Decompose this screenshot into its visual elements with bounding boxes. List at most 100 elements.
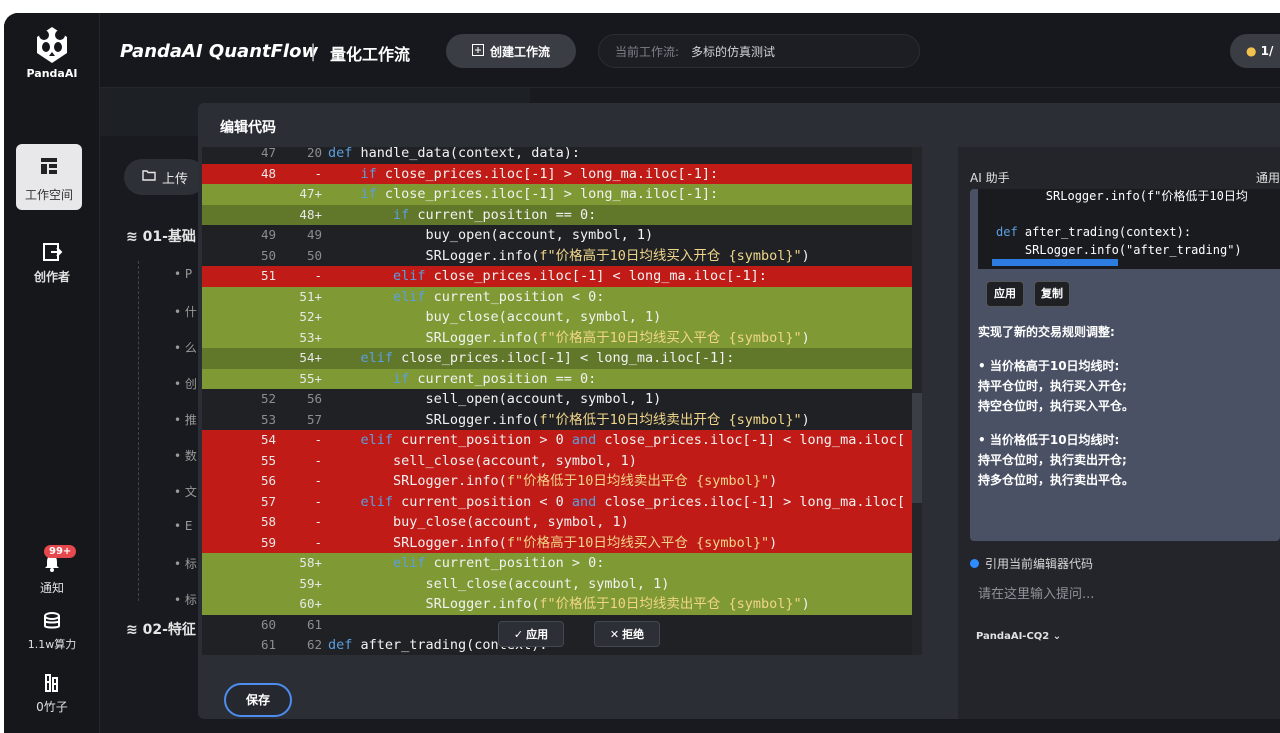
tree-leaf[interactable]: • P <box>174 267 192 281</box>
ai-rule-text: 持多仓位时，执行卖出平仓。 <box>978 473 1135 487</box>
ai-rule-heading: • 当价格高于10日均线时: <box>978 359 1120 373</box>
diff-line-deleted: 59 - SRLogger.info(f"价格高于10日均线买入平仓 {symbo… <box>202 532 922 553</box>
code-text: elif close_prices.iloc[-1] < long_ma.ilo… <box>393 268 767 284</box>
old-line-number: 57 <box>260 493 276 509</box>
minimap-viewport[interactable] <box>912 393 922 503</box>
code-text: elif close_prices.iloc[-1] < long_ma.ilo… <box>360 350 735 366</box>
new-line-number: - <box>314 165 322 181</box>
code-text: buy_close(account, symbol, 1) <box>328 309 662 325</box>
old-line-number: 61 <box>260 637 276 652</box>
old-line-number: 58 <box>260 514 276 529</box>
diff-line: 47 20 def handle_data(context, data): <box>202 147 922 164</box>
code-text: SRLogger.info(f"价格低于10日均线卖出平仓 {symbol}") <box>328 596 810 612</box>
diff-line-deleted: 51 - elif close_prices.iloc[-1] < long_ma… <box>202 266 922 287</box>
layers-icon: ≋ <box>126 229 138 245</box>
sidebar-item-workspace[interactable]: 工作空间 <box>16 144 82 210</box>
new-line-number: 52+ <box>299 309 322 324</box>
code-text: elif current_position > 0: <box>393 555 605 571</box>
tree-leaf[interactable]: • 么 <box>174 339 197 356</box>
reject-change-button[interactable]: ✕ 拒绝 <box>594 621 660 647</box>
brand-title: PandaAI QuantFlow <box>120 41 319 62</box>
upload-button[interactable]: 上传 <box>124 159 206 195</box>
question-input[interactable]: 请在这里输入提问... <box>978 583 1094 602</box>
diff-minimap[interactable] <box>912 147 922 655</box>
new-line-number: 53+ <box>299 329 322 345</box>
diff-line-deleted: 58 - buy_close(account, symbol, 1) <box>202 512 922 533</box>
code-text: if current_position == 0: <box>393 370 597 387</box>
diff-line: 52 56 sell_open(account, symbol, 1) <box>202 389 922 410</box>
sidebar-item-creator[interactable]: 创作者 <box>4 241 100 285</box>
logo[interactable]: PandaAI <box>4 25 100 80</box>
diff-line-deleted: 55 - sell_close(account, symbol, 1) <box>202 450 922 471</box>
code-text: SRLogger.info(f"价格低于10日均线卖出开仓 {symbol}") <box>328 411 810 428</box>
old-line-number: 59 <box>260 534 276 550</box>
old-line-number: 52 <box>260 391 276 406</box>
sidebar-item-label: 1.1w算力 <box>27 638 77 651</box>
new-line-number: 50 <box>306 247 322 263</box>
credits-value: 1/ <box>1260 44 1274 58</box>
chevron-down-icon: ⌄ <box>1052 631 1062 642</box>
old-line-number: 48 <box>260 165 276 181</box>
current-workflow-field[interactable]: 当前工作流: 多标的仿真测试 <box>598 34 920 68</box>
code-text: elif current_position < 0: <box>393 288 605 305</box>
old-line-number: 51 <box>260 268 276 283</box>
tree-leaf[interactable]: • 文 <box>174 483 197 500</box>
credits-pill[interactable]: ● 1/ <box>1230 34 1280 68</box>
plus-box-icon <box>471 43 484 59</box>
create-workflow-label: 创建工作流 <box>489 44 550 59</box>
save-button[interactable]: 保存 <box>224 683 292 717</box>
new-line-number: 55+ <box>299 370 322 386</box>
tree-group-label: 01-基础 <box>142 229 196 245</box>
new-line-number: 20 <box>306 147 322 160</box>
tree-leaf[interactable]: • E <box>174 519 192 533</box>
ai-code-snippet: SRLogger.info(f"价格低于10日均 def after_tradi… <box>978 189 1280 269</box>
tree-group-02[interactable]: ≋ 02-特征 <box>126 619 196 639</box>
ai-summary: 实现了新的交易规则调整: <box>978 325 1115 339</box>
code-line: SRLogger.info(f"价格低于10日均 <box>988 189 1248 203</box>
reference-editor-toggle[interactable]: 引用当前编辑器代码 <box>970 555 1093 572</box>
new-line-number: 51+ <box>299 288 322 304</box>
layers-icon: ≋ <box>126 622 138 638</box>
tree-leaf[interactable]: • 标 <box>174 591 197 608</box>
new-line-number: - <box>314 452 322 468</box>
apply-change-label: 应用 <box>526 628 549 641</box>
diff-editor[interactable]: 47 20 def handle_data(context, data): 48 - i… <box>202 147 922 655</box>
diff-line-added: 55+ if current_position == 0: <box>202 368 922 389</box>
diff-line-deleted: 57 - elif current_position < 0 and close_… <box>202 491 922 512</box>
copy-snippet-button[interactable]: 复制 <box>1034 281 1070 307</box>
sidebar-item-label: 工作空间 <box>24 188 73 202</box>
sidebar-item-notifications[interactable]: 99+ 通知 <box>4 545 100 596</box>
tree-group-01[interactable]: ≋ 01-基础 <box>126 226 196 246</box>
ai-panel-title: AI 助手 <box>970 171 1010 185</box>
ai-rule-text: 持平仓位时，执行卖出开仓; <box>978 453 1127 467</box>
app-window: PandaAI 工作空间 创作者 99+ 通知 1.1w算力 0竹子 Panda… <box>4 13 1280 733</box>
model-selector[interactable]: PandaAI-CQ2 ⌄ <box>976 631 1061 642</box>
tree-leaf[interactable]: • 数 <box>174 447 197 464</box>
new-line-number: - <box>314 493 322 509</box>
new-line-number: - <box>314 534 322 550</box>
new-line-number: - <box>314 268 322 283</box>
current-workflow-label: 当前工作流: <box>615 44 680 59</box>
code-line: def after_trading(context): <box>996 225 1192 239</box>
apply-change-button[interactable]: ✓ 应用 <box>498 621 564 647</box>
diff-line-added: 59+ sell_close(account, symbol, 1) <box>202 573 922 594</box>
new-line-number: 62 <box>306 637 322 652</box>
tree-leaf[interactable]: • 推 <box>174 411 197 428</box>
code-text: def handle_data(context, data): <box>328 147 580 161</box>
sidebar-item-label: 创作者 <box>33 270 70 284</box>
code-scrollbar[interactable] <box>992 259 1118 266</box>
apply-snippet-button[interactable]: 应用 <box>986 281 1024 307</box>
new-line-number: 58+ <box>299 555 322 570</box>
sidebar-item-bamboo[interactable]: 0竹子 <box>4 673 100 715</box>
ai-rule-heading: • 当价格低于10日均线时: <box>978 433 1120 447</box>
code-text: if close_prices.iloc[-1] > long_ma.iloc[… <box>360 165 719 182</box>
ai-mode-selector[interactable]: 通用 <box>1256 169 1280 186</box>
tree-leaf[interactable]: • 什 <box>174 303 197 320</box>
tree-leaf[interactable]: • 创 <box>174 375 197 392</box>
create-workflow-button[interactable]: 创建工作流 <box>446 34 576 68</box>
tree-leaf[interactable]: • 标 <box>174 555 197 572</box>
tree-group-label: 02-特征 <box>142 622 196 638</box>
bell-icon: 99+ <box>4 545 100 573</box>
close-icon: ✕ <box>609 627 620 641</box>
sidebar-item-compute[interactable]: 1.1w算力 <box>4 611 100 652</box>
